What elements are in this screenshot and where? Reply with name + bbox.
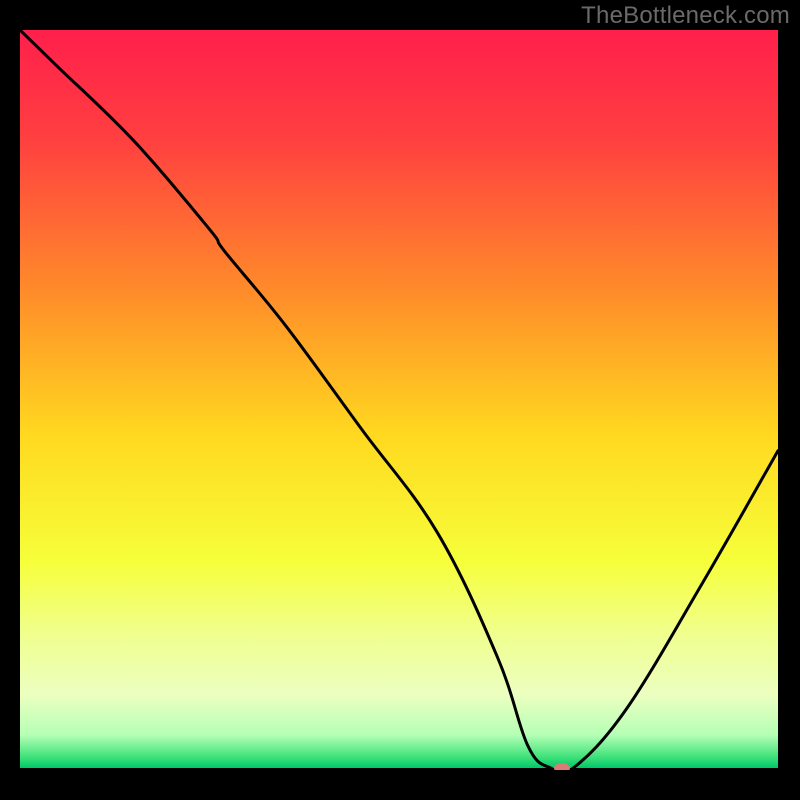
bottleneck-chart bbox=[20, 30, 780, 770]
chart-container bbox=[20, 30, 780, 770]
watermark-label: TheBottleneck.com bbox=[581, 2, 790, 30]
app-frame: TheBottleneck.com bbox=[0, 0, 800, 800]
